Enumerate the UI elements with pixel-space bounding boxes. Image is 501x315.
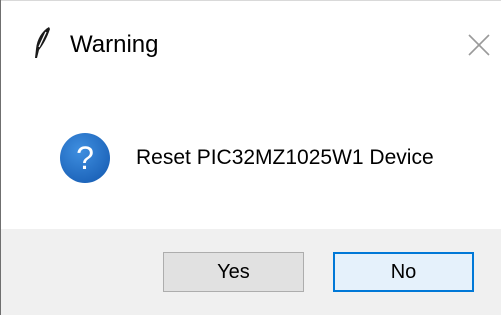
button-bar: Yes No [1,229,501,315]
close-button[interactable] [464,30,494,60]
warning-dialog: Warning ? Reset PIC32MZ1025W1 Device Yes… [0,0,501,315]
question-icon: ? [59,132,111,184]
title-bar[interactable]: Warning [1,1,501,89]
svg-text:?: ? [76,140,94,176]
no-button[interactable]: No [333,252,474,292]
yes-button[interactable]: Yes [163,252,304,292]
close-icon [468,34,490,56]
message-area: ? Reset PIC32MZ1025W1 Device [1,89,501,229]
message-text: Reset PIC32MZ1025W1 Device [136,146,434,169]
feather-icon [29,25,57,61]
window-title: Warning [70,31,159,58]
